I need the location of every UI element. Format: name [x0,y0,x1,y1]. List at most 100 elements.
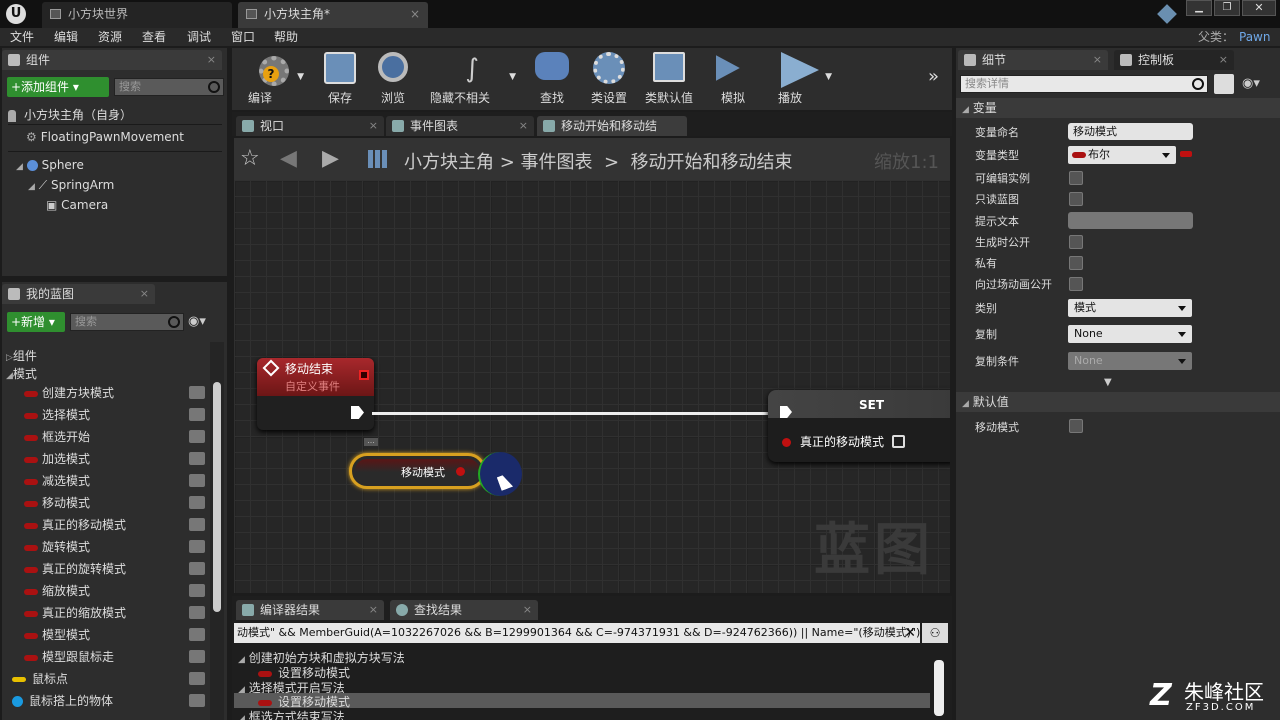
private-checkbox[interactable] [1069,256,1083,270]
replication-condition-dropdown[interactable]: None [1068,352,1192,370]
scrollbar[interactable] [210,342,224,720]
variable-item[interactable]: 旋转模式 [24,538,90,555]
expose-on-spawn-checkbox[interactable] [1069,235,1083,249]
editable-checkbox[interactable] [1069,171,1083,185]
close-icon[interactable]: × [1093,50,1102,70]
bool-output-pin[interactable] [456,467,465,476]
component-springarm[interactable]: ◢ ⟋ SpringArm [28,178,114,193]
variable-item[interactable]: 移动模式 [24,494,90,511]
tab-character[interactable]: 小方块主角* × [238,2,428,28]
tab-find-results[interactable]: 查找结果 × [390,600,538,620]
chevron-down-icon[interactable]: ▼ [509,72,516,82]
menu-window[interactable]: 窗口 [231,28,255,46]
variable-item[interactable]: 减选模式 [24,472,90,489]
find-in-all-button[interactable]: ⚇ [922,623,948,643]
section-default-value[interactable]: ◢ 默认值 [956,392,1280,412]
variable-visibility-icon[interactable] [189,606,205,619]
variable-visibility-icon[interactable] [189,430,205,443]
variable-item[interactable]: 真正的缩放模式 [24,604,126,621]
eye-icon[interactable]: ◉▾ [1242,76,1260,91]
component-sphere[interactable]: ◢ Sphere [16,158,84,172]
component-floating-pawn-movement[interactable]: ⚙ FloatingPawnMovement [26,130,184,144]
tab-event-graph[interactable]: 事件图表 × [386,116,534,136]
variable-item[interactable]: 选择模式 [24,406,90,423]
forward-arrow-icon[interactable]: ▶ [322,146,339,171]
variable-visibility-icon[interactable] [189,672,205,685]
variable-item[interactable]: 鼠标点 [12,670,68,687]
more-tools-icon[interactable]: » [928,66,939,87]
details-search-input[interactable]: 搜索详情 [960,75,1208,93]
expose-cinematics-checkbox[interactable] [1069,277,1083,291]
close-window-button[interactable]: ✕ [1242,0,1276,16]
unreal-logo-icon[interactable]: U [6,4,26,24]
menu-asset[interactable]: 资源 [98,28,122,46]
save-button[interactable]: 保存 [316,50,364,108]
set-node[interactable]: SET 真正的移动模式 [768,390,950,462]
parent-class-link[interactable]: Pawn [1239,28,1270,46]
container-type-icon[interactable] [1180,151,1192,157]
property-matrix-icon[interactable] [1214,74,1234,94]
graph-canvas[interactable]: 移动结束 自定义事件 ... 移动模式 SET 真正的移动模式 蓝图 [234,180,950,593]
compile-button[interactable]: ? 编译 ▼ [236,50,308,108]
results-scrollbar[interactable] [934,660,944,716]
tooltip-input[interactable] [1068,212,1193,229]
back-arrow-icon[interactable]: ◀ [280,146,297,171]
scrollbar-thumb[interactable] [213,382,221,612]
variable-visibility-icon[interactable] [189,628,205,641]
variable-name-input[interactable]: 移动模式 [1068,123,1193,140]
variable-item[interactable]: 模型跟鼠标走 [24,648,114,665]
chevron-down-icon[interactable]: ▼ [297,72,304,82]
variable-visibility-icon[interactable] [189,540,205,553]
clear-query-icon[interactable]: ✕ [904,623,916,643]
component-camera[interactable]: ▣ Camera [46,198,108,212]
class-settings-button[interactable]: 类设置 [584,50,634,108]
expand-arrow-icon[interactable]: ◢ [28,182,35,192]
readonly-checkbox[interactable] [1069,192,1083,206]
advanced-expand-icon[interactable]: ▼ [1104,377,1112,388]
maximize-button[interactable]: ❐ [1214,0,1240,16]
minimize-button[interactable]: ▁ [1186,0,1212,16]
hide-unrelated-button[interactable]: ∫ 隐藏不相关 ▼ [424,50,520,108]
simulate-button[interactable]: 模拟 [708,50,758,108]
variable-item[interactable]: 真正的移动模式 [24,516,126,533]
tab-my-blueprint[interactable]: 我的蓝图 × [2,284,155,304]
component-search-input[interactable]: 搜索 [114,78,224,96]
variable-visibility-icon[interactable] [189,386,205,399]
add-component-button[interactable]: +添加组件 ▾ [7,77,109,97]
bool-input-pin[interactable] [782,438,791,447]
default-value-checkbox[interactable] [1069,419,1083,433]
result-item-selected[interactable]: 设置移动模式 [234,693,930,709]
tab-viewport[interactable]: 视口 × [236,116,384,136]
find-query-input[interactable]: 动模式" && MemberGuid(A=1032267026 && B=129… [234,623,920,643]
close-icon[interactable]: × [523,600,532,620]
variable-item[interactable]: 缩放模式 [24,582,90,599]
close-icon[interactable]: × [519,116,528,136]
chevron-down-icon[interactable]: ▼ [825,72,832,82]
exec-out-pin[interactable] [351,406,364,419]
variable-visibility-icon[interactable] [189,562,205,575]
blueprint-search-input[interactable]: 搜索 [70,313,184,331]
close-icon[interactable]: × [140,284,149,304]
section-mode[interactable]: ◢模式 [6,365,37,382]
close-icon[interactable]: × [369,600,378,620]
variable-item[interactable]: 加选模式 [24,450,90,467]
menu-edit[interactable]: 编辑 [54,28,78,46]
menu-help[interactable]: 帮助 [274,28,298,46]
eye-icon[interactable]: ◉▾ [188,314,206,329]
section-components[interactable]: ▷组件 [6,347,37,364]
variable-type-dropdown[interactable]: 布尔 [1068,146,1176,164]
variable-item[interactable]: 真正的旋转模式 [24,560,126,577]
variable-visibility-icon[interactable] [189,694,205,707]
variable-item[interactable]: 鼠标搭上的物体 [12,692,113,709]
custom-event-node[interactable]: 移动结束 自定义事件 [257,358,374,430]
category-dropdown[interactable]: 模式 [1068,299,1192,317]
variable-get-node[interactable]: 移动模式 [349,453,486,489]
tab-world[interactable]: 小方块世界 [42,2,232,28]
new-button[interactable]: +新增 ▾ [7,312,65,332]
tab-components[interactable]: 组件 × [2,50,222,70]
find-button[interactable]: 查找 [528,50,576,108]
browse-button[interactable]: 浏览 [368,50,418,108]
delegate-pin[interactable] [359,370,369,380]
tab-compiler-results[interactable]: 编译器结果 × [236,600,384,620]
close-icon[interactable]: × [410,2,420,26]
